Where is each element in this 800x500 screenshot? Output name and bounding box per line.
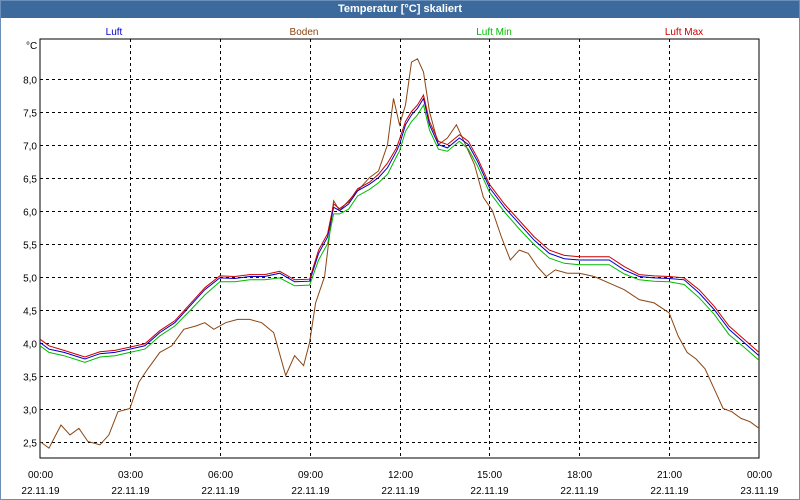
series-line-boden bbox=[39, 58, 760, 449]
y-tick-label: 8,0 bbox=[23, 76, 37, 87]
y-tick-label: 7,0 bbox=[23, 142, 37, 153]
y-tick-label: 6,5 bbox=[23, 175, 37, 186]
x-tick-time-label: 00:00 bbox=[28, 470, 53, 481]
chart-window: Temperatur [°C] skaliert 2,5 3,0 3,5 4,0 4,5… bbox=[0, 0, 800, 500]
legend-entry: Luft Max bbox=[665, 27, 703, 38]
y-tick-label: 2,5 bbox=[23, 439, 37, 450]
x-tick-date-label: 22.11.19 bbox=[21, 486, 60, 497]
x-tick-time-label: 06:00 bbox=[208, 470, 233, 481]
x-tick-time-label: 21:00 bbox=[657, 470, 682, 481]
y-tick-label: 4,5 bbox=[23, 307, 37, 318]
x-tick-date-label: 22.11.19 bbox=[201, 486, 240, 497]
x-tick-date-label: 23.11.19 bbox=[740, 486, 779, 497]
x-tick-date-label: 22.11.19 bbox=[381, 486, 420, 497]
x-tick-time-label: 15:00 bbox=[477, 470, 502, 481]
x-tick-date-label: 22.11.19 bbox=[560, 486, 599, 497]
legend-entry: Luft bbox=[106, 27, 123, 38]
legend-entry: Luft Min bbox=[476, 27, 512, 38]
y-tick-label: 6,0 bbox=[23, 208, 37, 219]
x-tick-time-label: 18:00 bbox=[567, 470, 592, 481]
legend-entry: Boden bbox=[290, 27, 319, 38]
x-tick-time-label: 03:00 bbox=[118, 470, 143, 481]
x-tick-time-label: 00:00 bbox=[747, 470, 772, 481]
x-tick-time-label: 12:00 bbox=[388, 470, 413, 481]
y-tick-label: 3,0 bbox=[23, 406, 37, 417]
series-line-luft bbox=[39, 97, 760, 360]
y-tick-label: 3,5 bbox=[23, 373, 37, 384]
y-tick-label: 4,0 bbox=[23, 340, 37, 351]
series-line-luft-max bbox=[39, 93, 760, 358]
x-tick-date-label: 22.11.19 bbox=[650, 486, 689, 497]
x-tick-date-label: 22.11.19 bbox=[470, 486, 509, 497]
y-tick-label: 5,0 bbox=[23, 274, 37, 285]
x-tick-date-label: 22.11.19 bbox=[111, 486, 150, 497]
y-tick-label: 7,5 bbox=[23, 109, 37, 120]
y-tick-label: 5,5 bbox=[23, 241, 37, 252]
plot-frame bbox=[39, 38, 760, 459]
temperature-chart: 2,5 3,0 3,5 4,0 4,5 5,0 5,5 6,0 6,5 7,0 7,5 8,0 °C 00… bbox=[21, 27, 779, 497]
x-tick-time-label: 09:00 bbox=[298, 470, 323, 481]
y-axis-label: °C bbox=[26, 41, 37, 52]
x-tick-date-label: 22.11.19 bbox=[291, 486, 330, 497]
